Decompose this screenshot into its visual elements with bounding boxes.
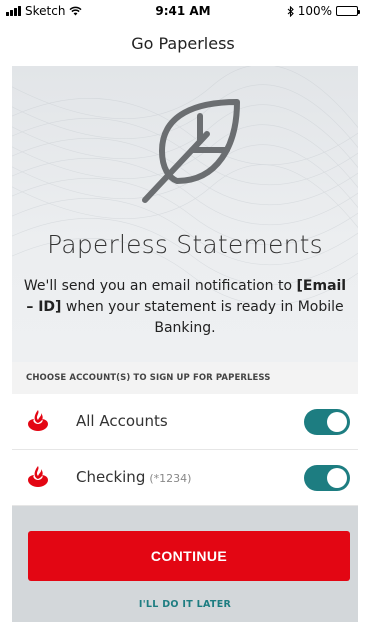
account-name: Checking (*1234)	[76, 468, 191, 486]
hero-panel: Paperless Statements We'll send you an e…	[12, 66, 358, 362]
toggle-knob	[327, 412, 347, 432]
all-accounts-toggle[interactable]	[304, 409, 350, 435]
message-prefix: We'll send you an email notification to	[23, 278, 293, 294]
status-bar: Sketch 9:41 AM 100%	[0, 0, 366, 22]
flame-icon	[28, 466, 48, 487]
section-label: CHOOSE ACCOUNT(S) TO SIGN UP FOR PAPERLE…	[12, 362, 358, 394]
footer-panel: CONTINUE I'LL DO IT LATER	[12, 506, 358, 622]
toggle-knob	[327, 468, 347, 488]
message-suffix: when your statement is ready in Mobile B…	[65, 299, 344, 336]
account-row-checking: Checking (*1234)	[12, 450, 358, 506]
account-name-text: All Accounts	[76, 412, 168, 430]
account-number: (*1234)	[149, 472, 192, 485]
status-right: 100%	[287, 4, 360, 18]
page-title: Go Paperless	[0, 22, 366, 66]
account-name: All Accounts	[76, 412, 168, 430]
account-row-all: All Accounts	[12, 394, 358, 450]
bluetooth-icon	[287, 5, 294, 17]
battery-icon	[336, 6, 360, 16]
continue-button[interactable]: CONTINUE	[28, 531, 350, 581]
hero-title: Paperless Statements	[47, 230, 323, 259]
leaf-icon	[142, 99, 240, 203]
do-it-later-link[interactable]: I'LL DO IT LATER	[12, 599, 358, 610]
flame-icon	[28, 410, 48, 431]
hero-message: We'll send you an email notification to …	[22, 276, 348, 339]
checking-toggle[interactable]	[304, 465, 350, 491]
battery-percent: 100%	[297, 4, 332, 18]
account-name-text: Checking	[76, 468, 146, 486]
